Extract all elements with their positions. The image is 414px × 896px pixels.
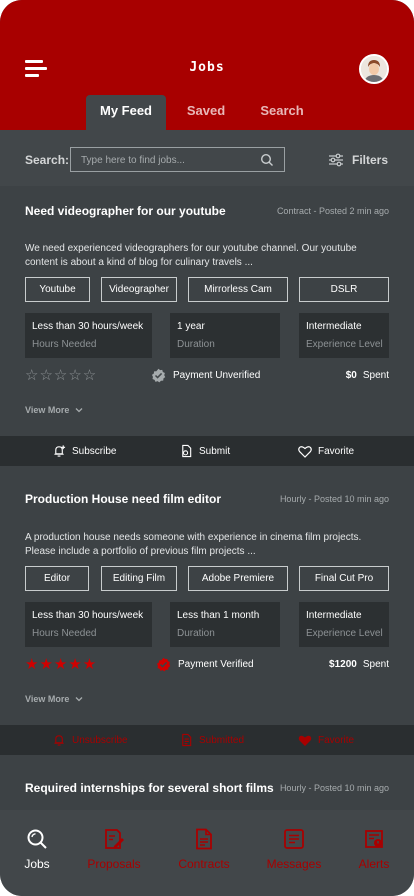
message-icon (284, 829, 304, 849)
amount-spent: $0 Spent (345, 370, 389, 381)
job-actions: Subscribe Submit Favorite (0, 436, 414, 466)
search-input[interactable] (81, 152, 251, 168)
filters-icon (329, 153, 343, 167)
search-icon[interactable] (260, 153, 274, 167)
amount-spent: $1200 Spent (329, 659, 389, 670)
unsubscribe-button[interactable]: Unsubscribe (53, 725, 128, 755)
unverified-badge-icon (151, 368, 166, 383)
bell-icon (54, 445, 66, 457)
proposal-icon (105, 829, 124, 849)
favorite-button[interactable]: Favorite (298, 436, 354, 466)
skill-tag[interactable]: Mirrorless Cam (188, 277, 288, 302)
search-label: Search: (25, 153, 70, 167)
bell-icon (54, 735, 64, 746)
hours-info: Less than 30 hours/week Hours Needed (25, 313, 152, 358)
skill-tag[interactable]: Editor (25, 566, 89, 591)
job-meta: Hourly - Posted 10 min ago (279, 783, 389, 793)
nav-proposals[interactable]: Proposals (74, 828, 154, 871)
tab-my-feed[interactable]: My Feed (86, 95, 166, 130)
job-description: A production house needs someone with ex… (25, 532, 362, 557)
job-title[interactable]: Production House need film editor (25, 492, 221, 506)
chevron-down-icon (75, 697, 83, 702)
skill-tag[interactable]: Final Cut Pro (299, 566, 389, 591)
tab-saved[interactable]: Saved (176, 95, 236, 130)
page-title: Jobs (189, 60, 225, 75)
app-screen: Jobs My Feed Saved Search Search: Type h… (0, 0, 414, 896)
rating-stars: ☆☆☆☆☆ (25, 367, 98, 384)
rating-stars: ★★★★★ (25, 656, 98, 673)
duration-info: 1 year Duration (170, 313, 280, 358)
job-description: We need experienced videographers for ou… (25, 243, 357, 268)
experience-info: Intermediate Experience Level (299, 313, 389, 358)
job-meta: Hourly - Posted 10 min ago (279, 494, 389, 504)
feed-tabs: My Feed Saved Search (0, 95, 414, 130)
avatar[interactable] (359, 54, 389, 84)
payment-status: Payment Verified (156, 657, 254, 672)
job-meta: Contract - Posted 2 min ago (276, 206, 389, 216)
bottom-navigation: Jobs Proposals Contracts Messages Alerts (0, 810, 414, 896)
heart-filled-icon (298, 735, 312, 746)
skill-tag[interactable]: Adobe Premiere (188, 566, 288, 591)
job-card[interactable]: Production House need film editor Hourly… (0, 466, 414, 725)
filters-button[interactable]: Filters (328, 153, 388, 167)
app-header: Jobs My Feed Saved Search (0, 0, 414, 130)
nav-alerts[interactable]: Alerts (334, 828, 414, 871)
favorite-button[interactable]: Favorite (298, 725, 354, 755)
job-title[interactable]: Required internships for several short f… (25, 781, 274, 795)
filters-label: Filters (352, 153, 389, 167)
duration-info: Less than 1 month Duration (170, 602, 280, 647)
tab-search[interactable]: Search (252, 95, 312, 130)
skill-tag[interactable]: DSLR (299, 277, 389, 302)
experience-info: Intermediate Experience Level (299, 602, 389, 647)
document-icon (182, 733, 192, 747)
skill-tag[interactable]: Videographer (101, 277, 177, 302)
alert-icon (365, 830, 383, 848)
verified-badge-icon (156, 657, 171, 672)
nav-jobs[interactable]: Jobs (0, 828, 77, 871)
chevron-down-icon (75, 408, 83, 413)
search-field[interactable] (70, 147, 285, 172)
job-title[interactable]: Need videographer for our youtube (25, 204, 226, 218)
job-actions: Unsubscribe Submitted Favorite (0, 725, 414, 755)
submitted-button[interactable]: Submitted (180, 725, 244, 755)
submit-button[interactable]: Submit (180, 436, 230, 466)
nav-messages[interactable]: Messages (254, 828, 334, 871)
view-more-link[interactable]: View More (25, 694, 83, 704)
job-card[interactable]: Required internships for several short f… (0, 755, 414, 810)
payment-status: Payment Unverified (151, 368, 260, 383)
document-icon (182, 444, 192, 458)
skill-tag[interactable]: Editing Film (101, 566, 177, 591)
nav-contracts[interactable]: Contracts (164, 828, 244, 871)
heart-icon (298, 445, 312, 458)
contract-icon (196, 828, 212, 850)
view-more-link[interactable]: View More (25, 405, 83, 415)
search-icon (27, 829, 47, 849)
skill-tag[interactable]: Youtube (25, 277, 90, 302)
hours-info: Less than 30 hours/week Hours Needed (25, 602, 152, 647)
subscribe-button[interactable]: Subscribe (53, 436, 116, 466)
job-card[interactable]: Need videographer for our youtube Contra… (0, 186, 414, 436)
